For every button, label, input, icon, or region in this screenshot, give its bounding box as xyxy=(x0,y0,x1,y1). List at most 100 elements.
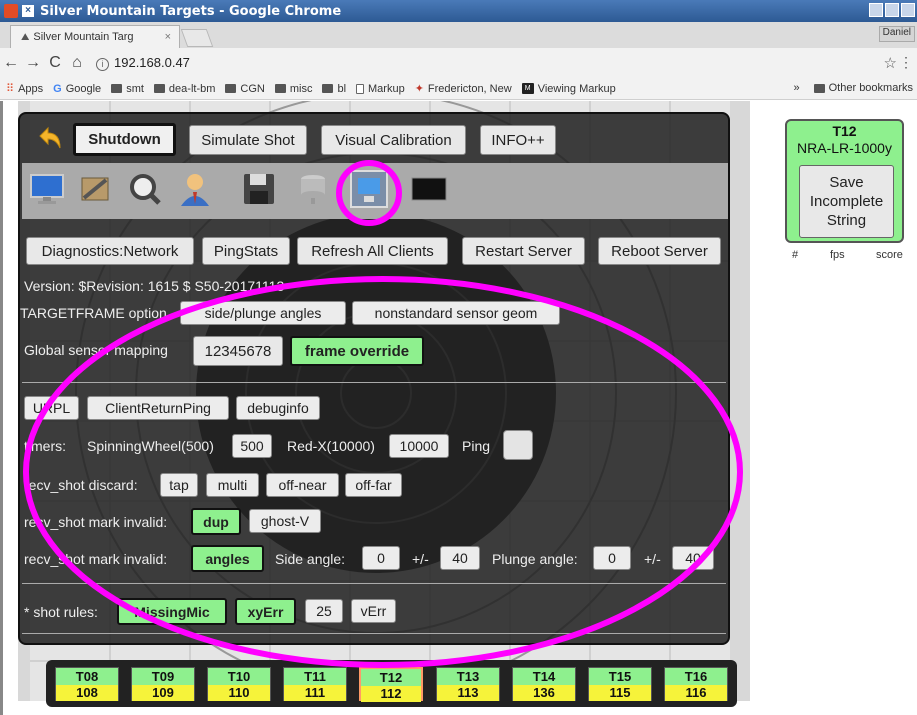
pingstats-button[interactable]: PingStats xyxy=(202,237,290,265)
monitor-icon[interactable] xyxy=(28,170,66,208)
plunge-angle-tolerance[interactable]: 40 xyxy=(672,546,714,570)
bookmark-star-icon[interactable]: ☆ xyxy=(884,54,897,72)
target-cell-t15[interactable]: T15 115 xyxy=(588,667,652,701)
ping-checkbox[interactable] xyxy=(503,430,533,460)
network-icon[interactable] xyxy=(350,170,388,208)
diagnostics-network-button[interactable]: Diagnostics:Network xyxy=(26,237,194,265)
sensor-mapping-label: Global sensor mapping xyxy=(24,342,168,358)
target-cell-score: 113 xyxy=(437,685,499,701)
target-cell-t16[interactable]: T16 116 xyxy=(664,667,728,701)
magnifier-icon[interactable] xyxy=(126,170,164,208)
refresh-all-clients-button[interactable]: Refresh All Clients xyxy=(297,237,448,265)
target-cell-t09[interactable]: T09 109 xyxy=(131,667,195,701)
info-icon[interactable]: i xyxy=(96,58,109,71)
maximize-button[interactable] xyxy=(885,3,899,17)
target-cell-name: T16 xyxy=(665,668,727,685)
minimize-button[interactable] xyxy=(869,3,883,17)
urpl-button[interactable]: URPL xyxy=(24,396,79,420)
section-divider xyxy=(22,633,726,634)
bookmark-apps[interactable]: ⠿ Apps xyxy=(6,82,43,96)
visual-calibration-button[interactable]: Visual Calibration xyxy=(321,125,466,155)
side-angle-value[interactable]: 0 xyxy=(362,546,400,570)
reboot-server-button[interactable]: Reboot Server xyxy=(598,237,721,265)
forward-arrow-icon[interactable]: → xyxy=(22,54,44,72)
side-plunge-angles-button[interactable]: side/plunge angles xyxy=(180,301,346,325)
close-window-button[interactable] xyxy=(901,3,915,17)
target-cell-t12[interactable]: T12 112 xyxy=(359,667,423,702)
target-card: T12 NRA-LR-1000y Save Incomplete String xyxy=(785,119,904,243)
missing-mic-toggle[interactable]: MissingMic xyxy=(117,598,227,625)
home-icon[interactable]: ⌂ xyxy=(66,54,88,72)
folder-icon xyxy=(274,84,286,93)
discard-off-near-button[interactable]: off-near xyxy=(266,473,339,497)
column-hash: # xyxy=(792,249,799,261)
target-cell-t11[interactable]: T11 111 xyxy=(283,667,347,701)
mark-invalid-label-2: recv_shot mark invalid: xyxy=(24,551,168,567)
frame-override-toggle[interactable]: frame override xyxy=(290,336,424,366)
tools-icon[interactable] xyxy=(76,170,114,208)
menu-dots-icon[interactable]: ⋮ xyxy=(899,54,913,71)
terminal-icon[interactable] xyxy=(410,170,448,208)
address-bar: ← → C ⌂ i 192.168.0.47 ☆ ⋮ xyxy=(0,48,917,78)
client-return-ping-button[interactable]: ClientReturnPing xyxy=(87,396,229,420)
verr-button[interactable]: vErr xyxy=(351,599,396,623)
close-icon[interactable]: × xyxy=(22,5,34,17)
restart-server-button[interactable]: Restart Server xyxy=(462,237,585,265)
floppy-disk-icon[interactable] xyxy=(240,170,278,208)
bookmark-smt[interactable]: smt xyxy=(111,83,144,95)
bookmark-dea[interactable]: dea-lt-bm xyxy=(153,83,215,95)
new-tab-button[interactable] xyxy=(180,29,214,47)
simulate-shot-button[interactable]: Simulate Shot xyxy=(189,125,307,155)
bookmarks-overflow[interactable]: » xyxy=(794,82,800,94)
bookmark-markup[interactable]: Markup xyxy=(356,83,405,95)
angles-toggle[interactable]: angles xyxy=(191,545,264,572)
target-cell-t14[interactable]: T14 136 xyxy=(512,667,576,701)
bookmark-google[interactable]: G Google xyxy=(53,83,101,95)
other-bookmarks[interactable]: Other bookmarks xyxy=(813,82,913,94)
bookmark-fredericton[interactable]: ✦ Fredericton, New xyxy=(415,82,512,96)
back-arrow-icon[interactable] xyxy=(36,124,64,152)
spinning-wheel-value[interactable]: 500 xyxy=(232,434,272,458)
ghost-v-button[interactable]: ghost-V xyxy=(249,509,321,533)
bookmark-cgn[interactable]: CGN xyxy=(225,83,265,95)
target-cell-t13[interactable]: T13 113 xyxy=(436,667,500,701)
user-icon[interactable] xyxy=(176,170,214,208)
side-angle-tolerance[interactable]: 40 xyxy=(440,546,480,570)
nonstandard-sensor-geom-button[interactable]: nonstandard sensor geom xyxy=(352,301,560,325)
url-text: 192.168.0.47 xyxy=(114,55,190,70)
shutdown-button[interactable]: Shutdown xyxy=(73,123,176,156)
target-cell-name: T09 xyxy=(132,668,194,685)
database-icon[interactable] xyxy=(294,170,332,208)
target-cell-score: 136 xyxy=(513,685,575,701)
bookmark-viewing-markup[interactable]: M Viewing Markup xyxy=(521,83,616,95)
redx-value[interactable]: 10000 xyxy=(389,434,449,458)
tab-silver-mountain[interactable]: ⛰ Silver Mountain Targ × xyxy=(10,25,180,48)
target-cell-score: 110 xyxy=(208,685,270,701)
folder-icon xyxy=(322,84,334,93)
targetframe-label: TARGETFRAME option xyxy=(20,305,167,321)
reload-icon[interactable]: C xyxy=(44,54,66,72)
bookmark-bl[interactable]: bl xyxy=(322,83,346,95)
xyerr-value[interactable]: 25 xyxy=(305,599,343,623)
plunge-angle-value[interactable]: 0 xyxy=(593,546,631,570)
mountain-icon: ⛰ xyxy=(21,31,30,43)
xyerr-toggle[interactable]: xyErr xyxy=(235,598,296,625)
discard-off-far-button[interactable]: off-far xyxy=(345,473,402,497)
info-button[interactable]: INFO++ xyxy=(480,125,556,155)
dup-toggle[interactable]: dup xyxy=(191,508,241,535)
tab-close-icon[interactable]: × xyxy=(165,31,171,43)
back-arrow-icon[interactable]: ← xyxy=(0,54,22,72)
bookmarks-bar: ⠿ Apps G Google smt dea-lt-bm CGN misc bl … xyxy=(0,78,917,100)
url-field[interactable]: i 192.168.0.47 xyxy=(96,55,190,71)
tab-title: Silver Mountain Targ xyxy=(33,31,134,43)
sensor-mapping-value[interactable]: 12345678 xyxy=(193,336,283,366)
save-incomplete-string-button[interactable]: Save Incomplete String xyxy=(799,165,894,238)
debuginfo-button[interactable]: debuginfo xyxy=(236,396,320,420)
target-cell-t08[interactable]: T08 108 xyxy=(55,667,119,701)
profile-button[interactable]: Daniel xyxy=(878,26,915,42)
bookmark-misc[interactable]: misc xyxy=(274,83,312,95)
discard-multi-button[interactable]: multi xyxy=(206,473,259,497)
chrome-app-icon xyxy=(4,4,18,18)
target-cell-t10[interactable]: T10 110 xyxy=(207,667,271,701)
discard-tap-button[interactable]: tap xyxy=(160,473,198,497)
